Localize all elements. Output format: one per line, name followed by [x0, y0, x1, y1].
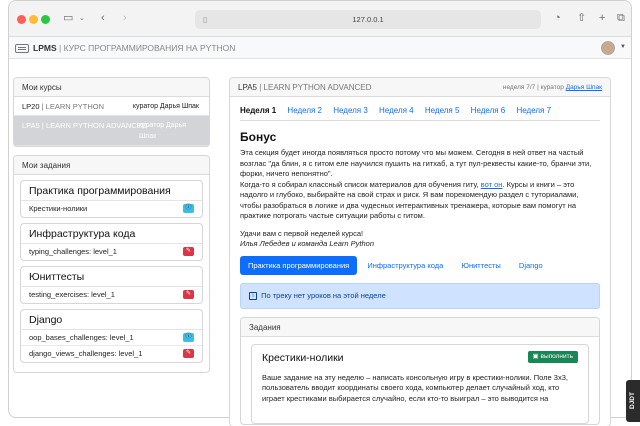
forward-icon[interactable]: ›	[123, 12, 127, 25]
task-item[interactable]: oop_bases_challenges: level_1 ⓘ	[21, 330, 202, 346]
tabs-overview-icon[interactable]: ⧉	[617, 12, 625, 25]
tasks-section: Задания Крестики-нолики ▣ выполнить Ваше…	[240, 316, 600, 425]
tasks-section-title: Задания	[241, 317, 599, 337]
tab-week-3[interactable]: Неделя 3	[333, 103, 368, 119]
my-courses-card: Мои курсы LP20 | LEARN PYTHON куратор Да…	[13, 77, 210, 147]
task-group-title: Практика программирования	[21, 181, 202, 201]
edit-icon: ✎	[183, 247, 194, 256]
task-group-title: Инфраструктура кода	[21, 224, 202, 244]
task-item[interactable]: django_views_challenges: level_1 ✎	[21, 346, 202, 362]
my-courses-title: Мои курсы	[14, 78, 209, 97]
app-navbar: LPMS | КУРС ПРОГРАММИРОВАНИЯ НА PYTHON ▼	[9, 37, 631, 59]
course-item-lpa5[interactable]: LPA5 | LEARN PYTHON ADVANCED куратор Дар…	[14, 116, 209, 146]
tab-week-2[interactable]: Неделя 2	[287, 103, 322, 119]
minimize-window-button[interactable]	[29, 15, 38, 24]
pill-practice[interactable]: Практика программирования	[240, 255, 358, 275]
week-tabs: Неделя 1 Неделя 2 Неделя 3 Неделя 4 Неде…	[240, 103, 600, 121]
page-icon: ▯	[203, 15, 208, 24]
new-tab-icon[interactable]: +	[599, 12, 605, 25]
materials-link[interactable]: вот он	[481, 180, 503, 189]
url-text: 127.0.0.1	[352, 15, 384, 24]
chevron-down-icon[interactable]: ⌄	[79, 12, 85, 25]
course-curator: куратор Дарья Шпак	[132, 103, 199, 110]
greeting: Удачи вам с первой неделей курса!	[240, 228, 364, 238]
info-icon: i	[249, 291, 257, 300]
task-group: Практика программирования Крестики-нолик…	[20, 180, 203, 218]
course-name: LEARN PYTHON ADVANCED	[263, 83, 372, 92]
tab-week-4[interactable]: Неделя 4	[379, 103, 414, 119]
edit-icon: ✎	[183, 349, 194, 358]
task-card: Крестики-нолики ▣ выполнить Ваше задание…	[251, 343, 589, 424]
pill-infrastructure[interactable]: Инфраструктура кода	[359, 256, 451, 275]
tab-week-1[interactable]: Неделя 1	[240, 103, 276, 119]
tab-week-5[interactable]: Неделя 5	[425, 103, 460, 119]
avatar[interactable]	[601, 41, 615, 55]
run-task-button[interactable]: ▣ выполнить	[527, 350, 578, 363]
share-icon[interactable]: ⇧	[577, 12, 586, 25]
task-group-title: Django	[21, 310, 202, 330]
terminal-icon: ▣	[532, 352, 539, 360]
task-group: Инфраструктура кода typing_challenges: l…	[20, 223, 203, 261]
browser-chrome: ▭ ⌄ ‹ › ▯ 127.0.0.1 ◔ ⇧ + ⧉	[9, 1, 631, 37]
task-item[interactable]: Крестики-нолики ⓘ	[21, 201, 202, 217]
info-icon: ⓘ	[183, 333, 194, 342]
course-panel-header: LPA5 | LEARN PYTHON ADVANCED неделя 7/7 …	[230, 78, 610, 97]
caret-down-icon[interactable]: ▼	[620, 44, 626, 50]
git-paragraph: Когда-то я собирал классный список матер…	[240, 179, 579, 221]
task-item[interactable]: typing_challenges: level_1 ✎	[21, 244, 202, 260]
course-curator: куратор Дарья Шпак	[139, 122, 187, 140]
curator-link[interactable]: Дарья Шпак	[566, 84, 602, 91]
pill-unittests[interactable]: Юниттесты	[453, 256, 508, 275]
left-column: Мои курсы LP20 | LEARN PYTHON куратор Да…	[13, 77, 210, 373]
brand-name: LPMS	[33, 43, 57, 53]
tab-week-7[interactable]: Неделя 7	[516, 103, 551, 119]
course-meta: неделя 7/7 | куратор Дарья Шпак	[502, 84, 602, 91]
signature: Илья Лебедев и команда Learn Python	[240, 239, 374, 248]
zoom-window-button[interactable]	[41, 15, 50, 24]
course-item-lp20[interactable]: LP20 | LEARN PYTHON куратор Дарья Шпак	[14, 97, 209, 116]
debug-toolbar-handle[interactable]: DJDT	[626, 380, 640, 422]
course-code: LPA5	[238, 83, 257, 92]
info-icon: ⓘ	[183, 204, 194, 213]
task-group-title: Юниттесты	[21, 267, 202, 287]
tab-week-6[interactable]: Неделя 6	[471, 103, 506, 119]
edit-icon: ✎	[183, 290, 194, 299]
pill-django[interactable]: Django	[511, 256, 551, 275]
address-bar[interactable]: ▯ 127.0.0.1	[195, 10, 541, 29]
intro-paragraph: Эта секция будет иногда появляться прост…	[240, 148, 592, 178]
track-pills: Практика программирования Инфраструктура…	[240, 255, 600, 275]
no-lessons-alert: i По треку нет уроков на этой неделе	[240, 282, 600, 309]
task-description: Ваше задание на эту неделю – написать ко…	[262, 372, 568, 403]
task-group: Юниттесты testing_exercises: level_1 ✎	[20, 266, 203, 304]
task-title: Крестики-нолики ▣ выполнить	[262, 350, 578, 369]
task-group: Django oop_bases_challenges: level_1 ⓘ d…	[20, 309, 203, 363]
task-item[interactable]: testing_exercises: level_1 ✎	[21, 287, 202, 303]
brand-subtitle: КУРС ПРОГРАММИРОВАНИЯ НА PYTHON	[63, 43, 236, 53]
brand[interactable]: LPMS | КУРС ПРОГРАММИРОВАНИЯ НА PYTHON	[33, 43, 235, 53]
my-tasks-card: Мои задания Практика программирования Кр…	[13, 155, 210, 373]
shield-icon[interactable]: ◔	[554, 12, 561, 25]
section-title: Бонус	[240, 130, 277, 144]
keyboard-icon	[15, 44, 29, 53]
sidebar-toggle-icon[interactable]: ▭	[63, 12, 73, 25]
my-tasks-title: Мои задания	[14, 156, 209, 175]
close-window-button[interactable]	[17, 15, 26, 24]
back-icon[interactable]: ‹	[101, 12, 105, 25]
course-panel: LPA5 | LEARN PYTHON ADVANCED неделя 7/7 …	[229, 77, 611, 426]
